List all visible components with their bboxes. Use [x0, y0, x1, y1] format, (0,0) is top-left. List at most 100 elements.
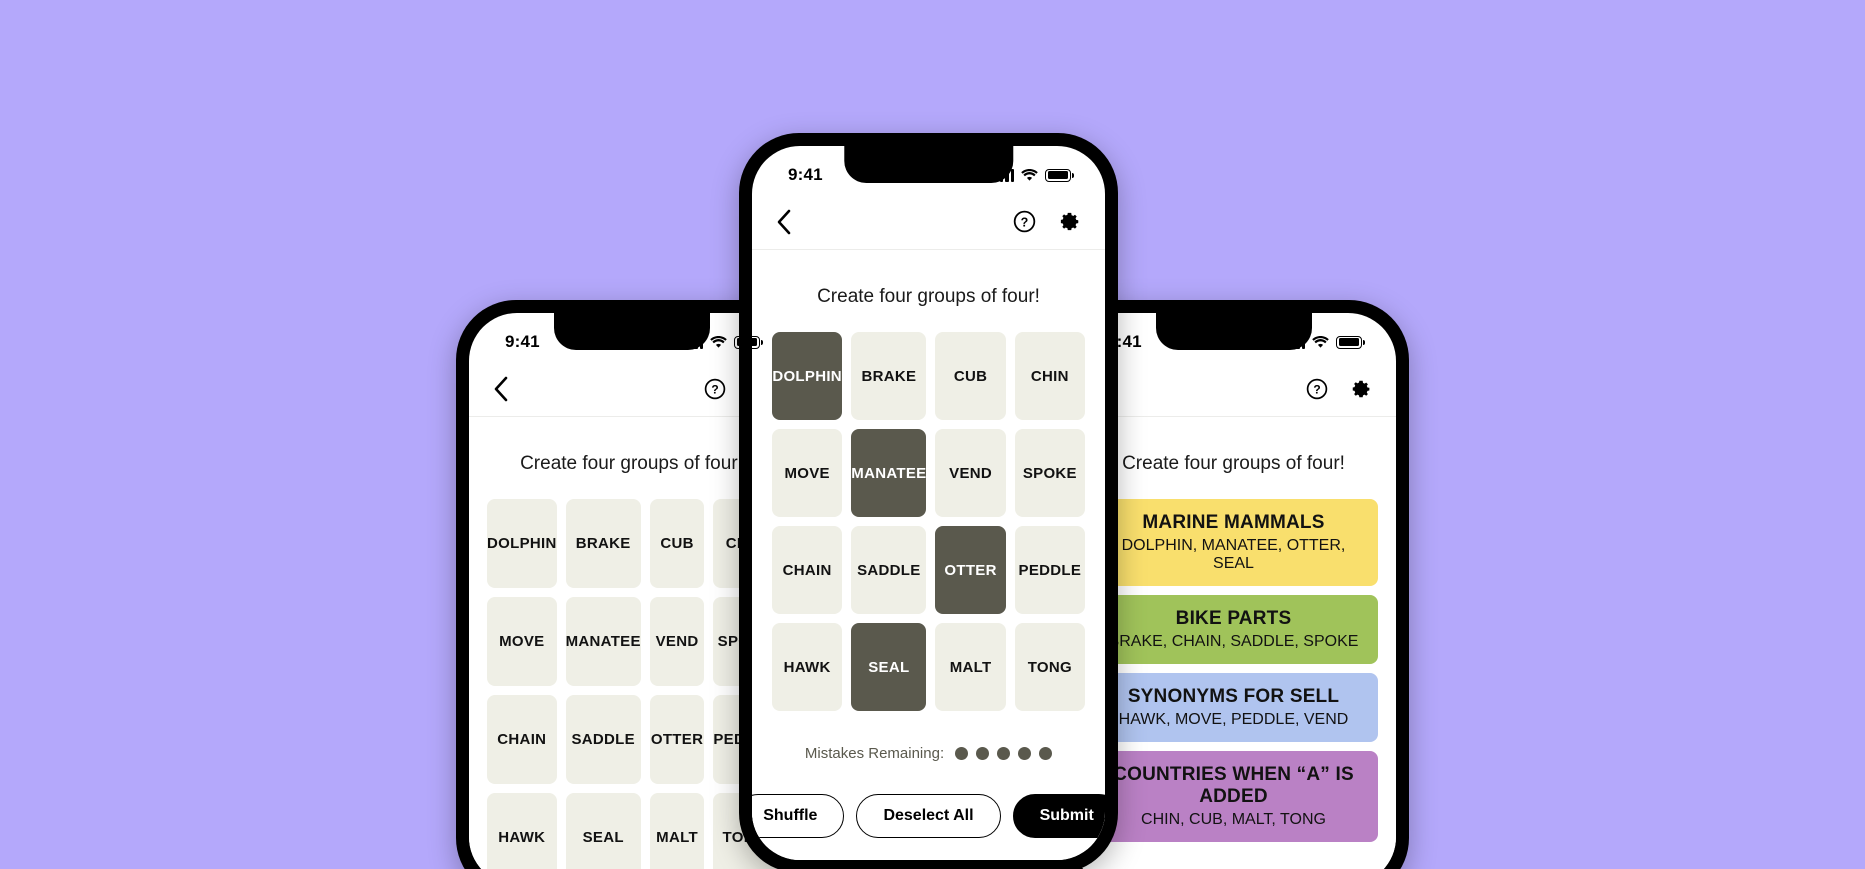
- word-tile-spoke[interactable]: SPOKE: [1014, 429, 1085, 517]
- phone-center: 9:41 ? Create four groups of four! DOLPH…: [739, 133, 1118, 869]
- status-icons: [683, 335, 764, 349]
- word-tile-cub[interactable]: CUB: [935, 332, 1006, 420]
- category-words: BRAKE, CHAIN, SADDLE, SPOKE: [1108, 633, 1359, 650]
- battery-icon: [1336, 335, 1366, 349]
- category-title: MARINE MAMMALS: [1142, 512, 1325, 533]
- word-tile-saddle[interactable]: SADDLE: [565, 695, 641, 784]
- category-title: COUNTRIES WHEN “A” IS ADDED: [1113, 764, 1354, 807]
- help-button[interactable]: ?: [704, 378, 726, 400]
- battery-icon: [734, 335, 764, 349]
- status-bar: 9:41: [469, 313, 794, 361]
- word-tile-brake[interactable]: BRAKE: [565, 499, 641, 588]
- word-tile-chain[interactable]: CHAIN: [487, 695, 557, 784]
- wifi-icon: [1312, 335, 1329, 348]
- word-tile-seal[interactable]: SEAL: [565, 793, 641, 869]
- cellular-signal-icon: [994, 168, 1014, 182]
- category-band: SYNONYMS FOR SELL HAWK, MOVE, PEDDLE, VEN…: [1089, 673, 1378, 742]
- wifi-icon: [1021, 168, 1038, 181]
- solved-categories: MARINE MAMMALS DOLPHIN, MANATEE, OTTER, S…: [1089, 499, 1378, 842]
- category-band: MARINE MAMMALS DOLPHIN, MANATEE, OTTER, S…: [1089, 499, 1378, 586]
- wifi-icon: [710, 335, 727, 348]
- nav-bar: ?: [1071, 361, 1396, 417]
- word-tile-malt[interactable]: MALT: [935, 623, 1006, 711]
- category-title: BIKE PARTS: [1175, 608, 1292, 629]
- status-time: 9:41: [788, 165, 823, 184]
- question-circle-icon: ?: [1306, 378, 1328, 399]
- nav-bar: ?: [752, 194, 1105, 250]
- word-tile-tong[interactable]: TONG: [1014, 623, 1085, 711]
- mistakes-remaining: Mistakes Remaining:: [772, 745, 1085, 762]
- word-tile-otter[interactable]: OTTER: [935, 526, 1006, 614]
- svg-text:?: ?: [1021, 215, 1029, 229]
- word-tile-hawk[interactable]: HAWK: [772, 623, 843, 711]
- submit-button[interactable]: Submit: [1012, 794, 1105, 838]
- gear-icon: [1060, 212, 1079, 231]
- word-tile-manatee[interactable]: MANATEE: [851, 429, 927, 517]
- category-words: CHIN, CUB, MALT, TONG: [1141, 811, 1326, 828]
- word-tile-dolphin[interactable]: DOLPHIN: [487, 499, 557, 588]
- word-tile-vend[interactable]: VEND: [649, 597, 705, 686]
- game-body-center: Create four groups of four! DOLPHIN BRAKE…: [752, 250, 1105, 860]
- word-tile-manatee[interactable]: MANATEE: [565, 597, 641, 686]
- category-band: COUNTRIES WHEN “A” IS ADDED CHIN, CUB, MA…: [1089, 751, 1378, 842]
- category-words: HAWK, MOVE, PEDDLE, VEND: [1118, 711, 1349, 728]
- word-tile-otter[interactable]: OTTER: [649, 695, 705, 784]
- status-time: 9:41: [1107, 332, 1142, 351]
- word-grid-left: DOLPHINBRAKECUBCHINMOVEMANATEEVENDSPOKEC…: [487, 499, 776, 869]
- status-icons: [994, 168, 1075, 182]
- shuffle-button[interactable]: Shuffle: [752, 794, 845, 838]
- mistake-dot: [1039, 747, 1053, 760]
- word-tile-malt[interactable]: MALT: [649, 793, 705, 869]
- game-body-right: Create four groups of four! MARINE MAMMA…: [1071, 417, 1396, 869]
- word-tile-seal[interactable]: SEAL: [851, 623, 927, 711]
- cellular-signal-icon: [683, 335, 703, 349]
- mistake-dot: [997, 747, 1011, 760]
- mistake-dot: [955, 747, 969, 760]
- category-band: BIKE PARTS BRAKE, CHAIN, SADDLE, SPOKE: [1089, 595, 1378, 664]
- battery-icon: [1045, 168, 1075, 182]
- back-button[interactable]: [776, 209, 792, 235]
- phone-center-screen: 9:41 ? Create four groups of four! DOLPH…: [752, 146, 1105, 860]
- status-icons: [1285, 335, 1366, 349]
- prompt-text: Create four groups of four!: [1122, 453, 1345, 474]
- mistakes-label: Mistakes Remaining:: [804, 745, 945, 762]
- word-tile-saddle[interactable]: SADDLE: [851, 526, 927, 614]
- deselect-all-button[interactable]: Deselect All: [856, 794, 1001, 838]
- help-button[interactable]: ?: [1013, 210, 1036, 233]
- cellular-signal-icon: [1285, 335, 1305, 349]
- prompt-text: Create four groups of four!: [520, 453, 743, 474]
- word-tile-cub[interactable]: CUB: [649, 499, 705, 588]
- chevron-left-icon: [777, 209, 791, 234]
- word-tile-hawk[interactable]: HAWK: [487, 793, 557, 869]
- svg-text:?: ?: [711, 382, 718, 396]
- settings-button[interactable]: [1350, 378, 1372, 400]
- word-tile-move[interactable]: MOVE: [487, 597, 557, 686]
- back-button[interactable]: [493, 376, 509, 402]
- nav-actions: ?: [1013, 210, 1081, 233]
- nav-actions: ?: [1306, 378, 1372, 400]
- question-circle-icon: ?: [704, 378, 726, 399]
- chevron-left-icon: [494, 376, 508, 401]
- question-circle-icon: ?: [1013, 210, 1036, 233]
- prompt-text: Create four groups of four!: [817, 286, 1040, 307]
- word-tile-move[interactable]: MOVE: [772, 429, 843, 517]
- category-words: DOLPHIN, MANATEE, OTTER, SEAL: [1121, 537, 1346, 572]
- word-tile-brake[interactable]: BRAKE: [851, 332, 927, 420]
- mistake-dot: [976, 747, 990, 760]
- word-tile-vend[interactable]: VEND: [935, 429, 1006, 517]
- mistake-dot: [1018, 747, 1032, 760]
- gear-icon: [1352, 380, 1370, 397]
- settings-button[interactable]: [1058, 210, 1081, 233]
- word-tile-peddle[interactable]: PEDDLE: [1014, 526, 1085, 614]
- status-bar: 9:41: [1071, 313, 1396, 361]
- mistake-dots: [955, 747, 1053, 760]
- word-grid-center: DOLPHIN BRAKE CUB CHIN MOVE MANATEE VEND SPOKE C…: [772, 332, 1085, 711]
- status-time: 9:41: [505, 332, 540, 351]
- phone-right-screen: 9:41 ? Create four groups of four! MARIN…: [1071, 313, 1396, 869]
- status-bar: 9:41: [752, 146, 1105, 194]
- help-button[interactable]: ?: [1306, 378, 1328, 400]
- word-tile-chain[interactable]: CHAIN: [772, 526, 843, 614]
- category-title: SYNONYMS FOR SELL: [1127, 686, 1340, 707]
- svg-text:?: ?: [1313, 382, 1320, 396]
- action-buttons: Shuffle Deselect All Submit: [752, 794, 1105, 838]
